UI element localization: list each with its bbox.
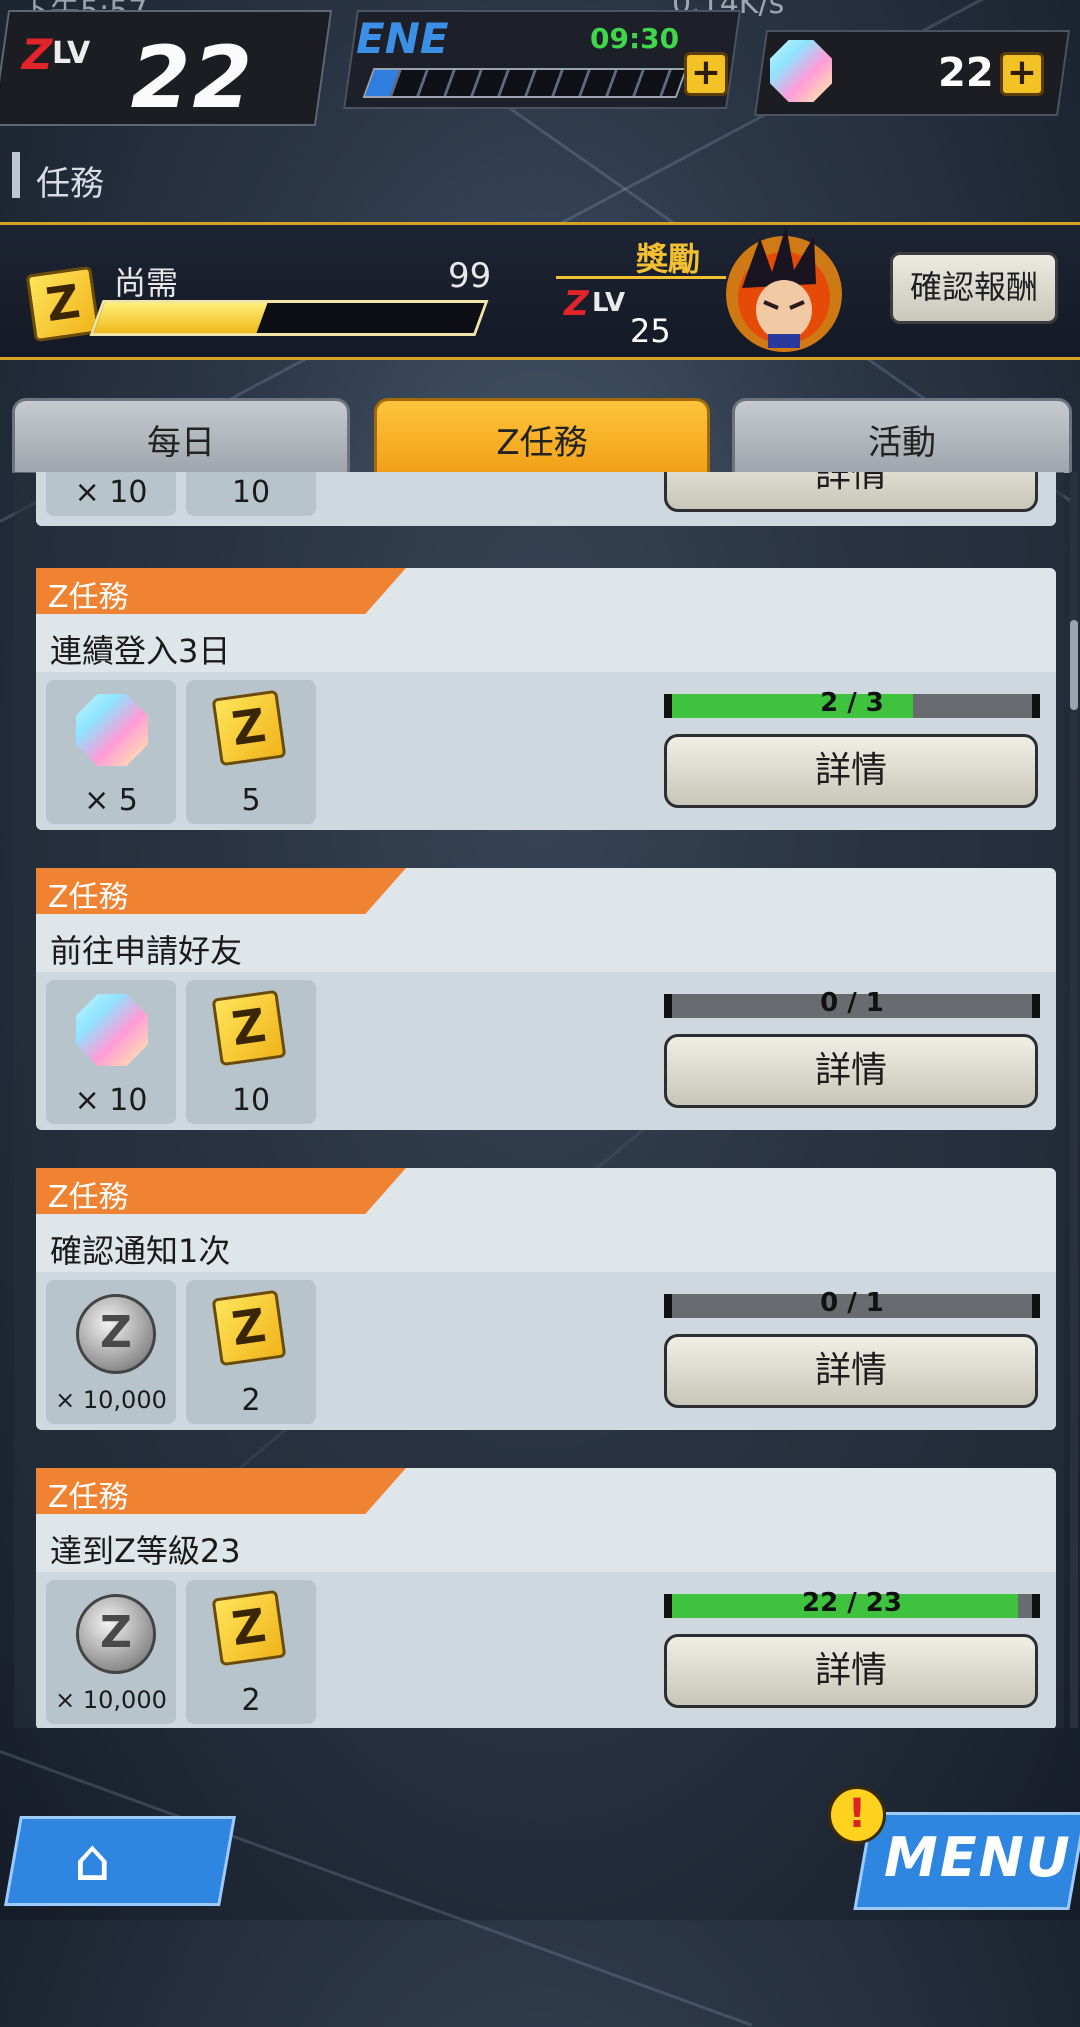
energy-bar [362,68,688,98]
mission-card: Z任務 連續登入3日 × 5 Z 5 2 / 3 詳情 [36,568,1056,830]
mission-tag: Z任務 [36,868,406,914]
z-ticket-icon: Z [211,689,287,767]
energy-timer: 09:30 [590,22,680,55]
mission-tag-label: Z任務 [48,880,129,915]
z-ticket-icon: Z [211,1589,287,1667]
reward-slot-ticket: Z 5 [186,680,316,824]
mission-progress-bar: 2 / 3 [664,688,1040,718]
mission-tag-label: Z任務 [48,1480,129,1515]
reward-title: 獎勵 [636,240,701,278]
z-level-display: Z LV 22 [0,10,333,128]
mission-card: Z任務 前往申請好友 × 10 Z 10 0 / 1 詳情 [36,868,1056,1130]
energy-label: ENE [356,14,449,63]
reward-slot-coin: Z × 10,000 [46,1580,176,1724]
zeni-coin-icon: Z [76,1294,156,1374]
ticket-quantity: 10 [231,475,271,510]
ticket-quantity: 10 [231,1083,271,1118]
z-level-z: Z [21,30,53,79]
reward-slot-gem: × 10 [46,472,176,516]
reward-quantity: × 10 [74,475,148,510]
ticket-quantity: 2 [241,1683,261,1718]
tab-events[interactable]: 活動 [732,398,1072,473]
reward-slot-ticket: Z 2 [186,1580,316,1724]
mission-progress-bar: 0 / 1 [664,988,1040,1018]
mission-card: Z任務 達到Z等級23 Z × 10,000 Z 2 22 / 23 詳情 [36,1468,1056,1728]
mission-progress-text: 0 / 1 [820,1288,884,1318]
card-reward-area: × 5 Z 5 2 / 3 詳情 [36,672,1056,830]
mission-progress-bar: 0 / 1 [664,1288,1040,1318]
gem-plus-button[interactable]: + [1000,52,1044,96]
reward-quantity: × 10,000 [55,1386,167,1414]
reward-level-value: 25 [630,312,671,350]
mission-card: Z任務 確認通知1次 Z × 10,000 Z 2 0 / 1 詳情 [36,1168,1056,1430]
menu-label[interactable]: MENU [884,1826,1072,1889]
tab-z-missions[interactable]: Z任務 [374,398,710,473]
gem-count: 22 [938,50,994,96]
mission-card-partial: × 10 10 詳情 [36,472,1056,526]
reward-slot-ticket: 10 [186,472,316,516]
mission-list[interactable]: × 10 10 詳情 Z任務 連續登入3日 × 5 Z 5 2 / 3 詳情 Z… [14,472,1064,1728]
detail-button[interactable]: 詳情 [664,472,1038,512]
mission-title: 前往申請好友 [50,932,243,970]
card-reward-area: × 10 Z 10 0 / 1 詳情 [36,972,1056,1130]
scrollbar-thumb[interactable] [1070,620,1078,710]
mission-progress-text: 22 / 23 [802,1588,902,1618]
reward-slot-coin: Z × 10,000 [46,1280,176,1424]
z-ticket-icon: Z [25,265,101,343]
page-title: 任務 [36,164,104,204]
ticket-quantity: 2 [241,1383,261,1418]
mission-tag: Z任務 [36,1168,406,1214]
reward-zlv-lv: LV [592,288,626,318]
chrono-crystal-icon [76,994,148,1066]
mission-title: 達到Z等級23 [50,1532,241,1570]
mission-tag-label: Z任務 [48,1180,129,1215]
mission-progress-bar: 22 / 23 [664,1588,1040,1618]
confirm-reward-button[interactable]: 確認報酬 [890,252,1058,324]
z-progress-bar [89,300,489,336]
energy-bar-ticks [365,70,685,96]
title-accent-bar [12,152,20,198]
reward-slot-gem: × 10 [46,980,176,1124]
home-button[interactable] [4,1816,236,1906]
detail-button[interactable]: 詳情 [664,1334,1038,1408]
mission-tag-label: Z任務 [48,580,129,615]
reward-quantity: × 5 [84,783,138,818]
z-level-lv: LV [52,36,91,71]
reward-slot-ticket: Z 10 [186,980,316,1124]
mission-tag: Z任務 [36,1468,406,1514]
tab-daily[interactable]: 每日 [12,398,350,473]
detail-button[interactable]: 詳情 [664,734,1038,808]
home-icon[interactable]: ⌂ [74,1826,111,1894]
card-reward-area: Z × 10,000 Z 2 0 / 1 詳情 [36,1272,1056,1430]
reward-slot-gem: × 5 [46,680,176,824]
reward-quantity: × 10,000 [55,1686,167,1714]
z-ticket-icon: Z [211,1289,287,1367]
z-ticket-icon: Z [211,989,287,1067]
top-header: 下午5:57 0.14K/s Z LV 22 ENE 09:30 + 22 + [0,0,1080,128]
chrono-crystal-icon [76,694,148,766]
mission-progress-text: 0 / 1 [820,988,884,1018]
card-reward-area: × 10 10 詳情 [36,472,1056,526]
mission-progress-text: 2 / 3 [820,688,884,718]
reward-quantity: × 10 [74,1083,148,1118]
card-reward-area: Z × 10,000 Z 2 22 / 23 詳情 [36,1572,1056,1728]
detail-button[interactable]: 詳情 [664,1634,1038,1708]
still-need-value: 99 [448,256,492,296]
still-need-label: 尚需 [114,264,179,302]
character-portrait-icon [726,226,842,352]
reward-slot-ticket: Z 2 [186,1280,316,1424]
notification-alert-icon: ! [828,1786,886,1844]
detail-button[interactable]: 詳情 [664,1034,1038,1108]
z-progress-fill [93,303,268,333]
ticket-quantity: 5 [241,783,261,818]
zeni-coin-icon: Z [76,1594,156,1674]
z-level-value: 22 [130,28,255,128]
mission-tabs: 每日 Z任務 活動 [0,398,1080,473]
reward-title-underline [556,276,726,279]
mission-title: 連續登入3日 [50,632,231,670]
energy-plus-button[interactable]: + [684,52,728,96]
mission-tag: Z任務 [36,568,406,614]
mission-title: 確認通知1次 [50,1232,231,1270]
reward-zlv-z: Z [564,284,589,324]
